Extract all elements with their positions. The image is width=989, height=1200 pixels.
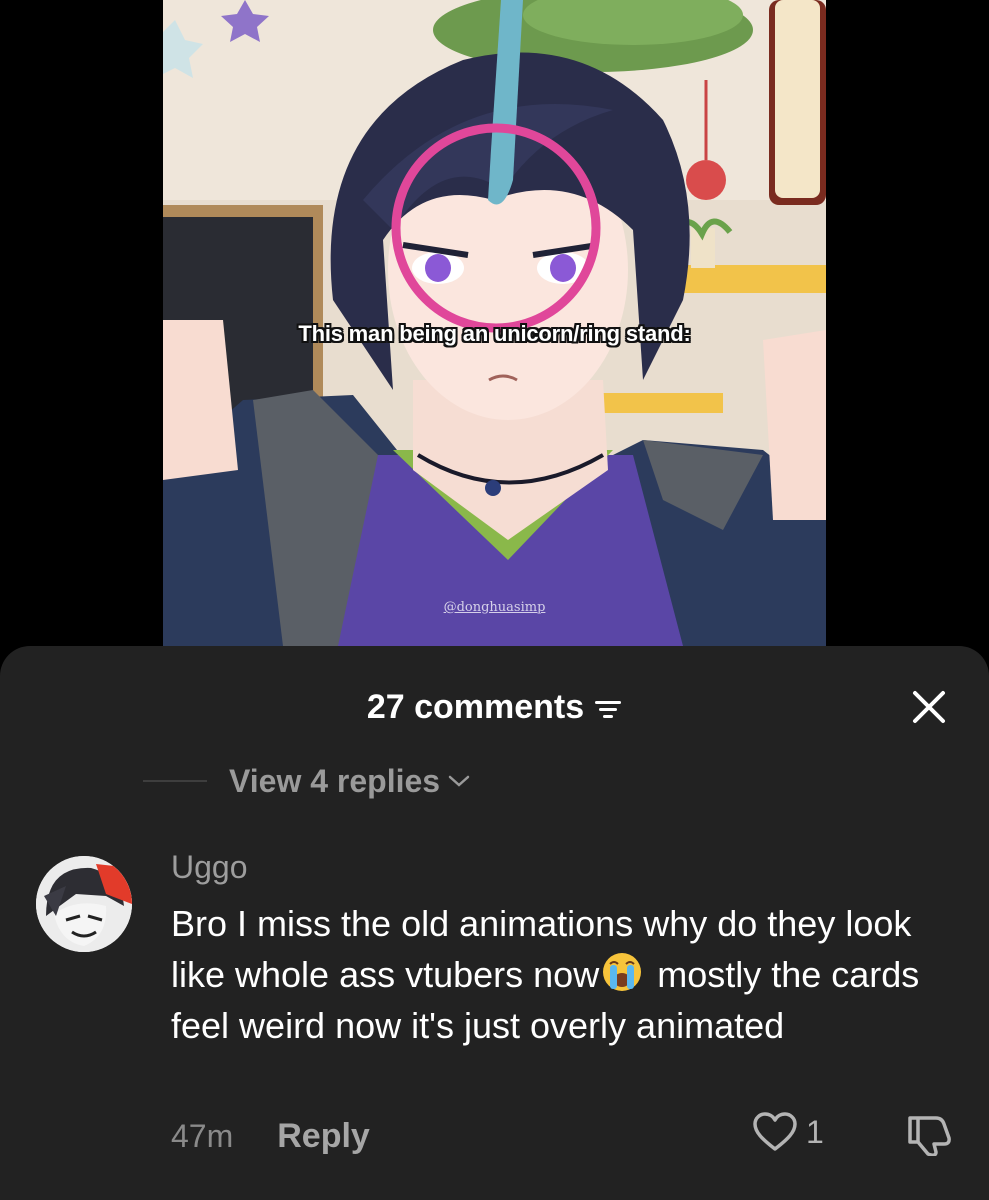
comment-body: Bro I miss the old animations why do the… [171, 898, 961, 1051]
reply-button[interactable]: Reply [277, 1117, 370, 1156]
comment-timestamp: 47m [171, 1117, 234, 1154]
comments-header: 27 comments [0, 684, 989, 728]
heart-outline-icon [753, 1112, 797, 1151]
like-button[interactable]: 1 [752, 1112, 824, 1152]
thread-divider [143, 780, 207, 782]
close-icon [913, 691, 945, 723]
comments-count-title: 27 comments [366, 688, 585, 726]
video-player[interactable]: This man being an unicorn/ring stand: @d… [163, 0, 826, 646]
close-button[interactable] [906, 684, 952, 730]
comment-meta: 47m Reply [171, 1116, 370, 1156]
avatar[interactable] [36, 856, 132, 952]
like-count: 1 [806, 1113, 824, 1150]
comment-username[interactable]: Uggo [171, 849, 248, 886]
dislike-button[interactable] [906, 1114, 954, 1161]
crying-face-emoji-icon [603, 953, 642, 991]
comments-sheet: 27 comments View 4 replies Uggo Bro I mi… [0, 646, 989, 1200]
chevron-down-icon [448, 775, 470, 787]
thumbs-down-icon [908, 1116, 951, 1157]
view-replies-row[interactable]: View 4 replies [143, 761, 470, 801]
sort-filter-icon[interactable] [594, 696, 622, 720]
view-replies-link[interactable]: View 4 replies [229, 763, 440, 800]
video-caption: This man being an unicorn/ring stand: [298, 321, 691, 346]
video-watermark: @donghuasimp [443, 600, 546, 615]
